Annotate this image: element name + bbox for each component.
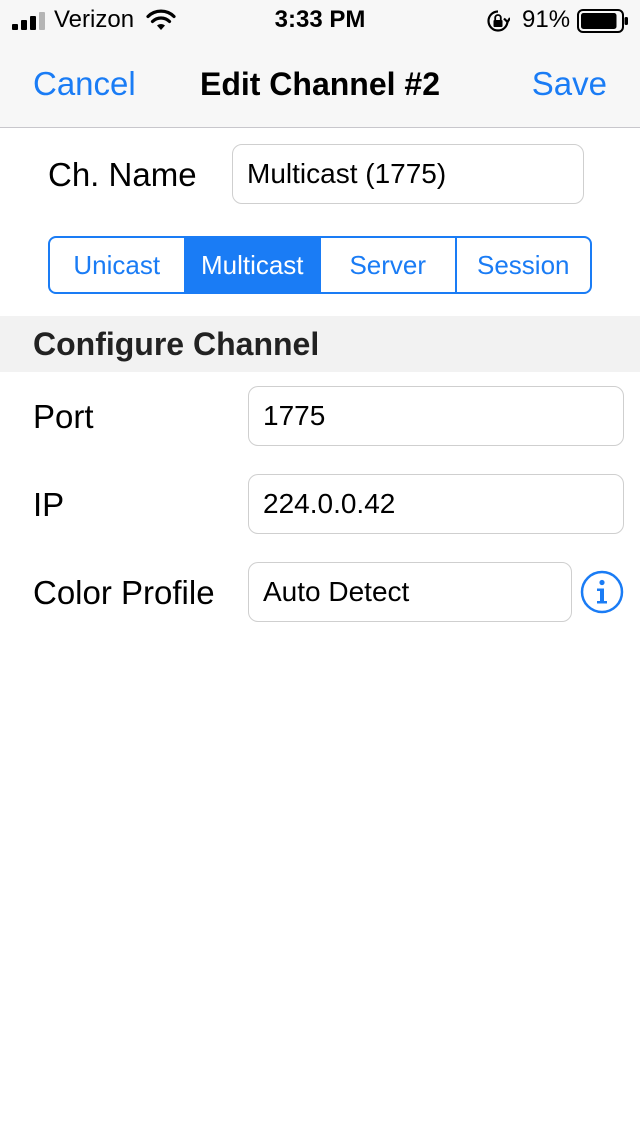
ip-input[interactable] <box>248 474 624 534</box>
color-profile-label: Color Profile <box>33 574 215 611</box>
battery-percentage: 91% <box>522 6 571 33</box>
info-icon[interactable] <box>580 570 624 614</box>
orientation-lock-icon <box>487 10 510 32</box>
cancel-button[interactable]: Cancel <box>33 64 136 104</box>
channel-name-label: Ch. Name <box>48 156 197 193</box>
section-title: Configure Channel <box>33 326 320 362</box>
segment-session[interactable]: Session <box>454 238 591 292</box>
channel-name-input[interactable] <box>232 144 584 204</box>
ip-label: IP <box>33 486 65 523</box>
carrier-name: Verizon <box>54 6 135 33</box>
top-bar: Verizon 3:33 PM 91% Cancel Edit Channel … <box>0 0 640 128</box>
segment-server[interactable]: Server <box>319 238 455 292</box>
color-profile-input[interactable] <box>248 562 572 622</box>
port-input[interactable] <box>248 386 624 446</box>
wifi-icon <box>146 9 176 30</box>
configure-section-header: Configure Channel <box>0 316 640 372</box>
channel-mode-selector: Unicast Multicast Server Session <box>48 236 592 294</box>
segment-unicast[interactable]: Unicast <box>50 238 184 292</box>
save-button[interactable]: Save <box>532 64 607 104</box>
signal-bars-icon <box>12 12 45 30</box>
battery-icon <box>577 9 628 33</box>
segment-multicast[interactable]: Multicast <box>183 238 319 292</box>
port-label: Port <box>33 398 94 435</box>
status-bar: Verizon 3:33 PM 91% <box>0 0 640 40</box>
